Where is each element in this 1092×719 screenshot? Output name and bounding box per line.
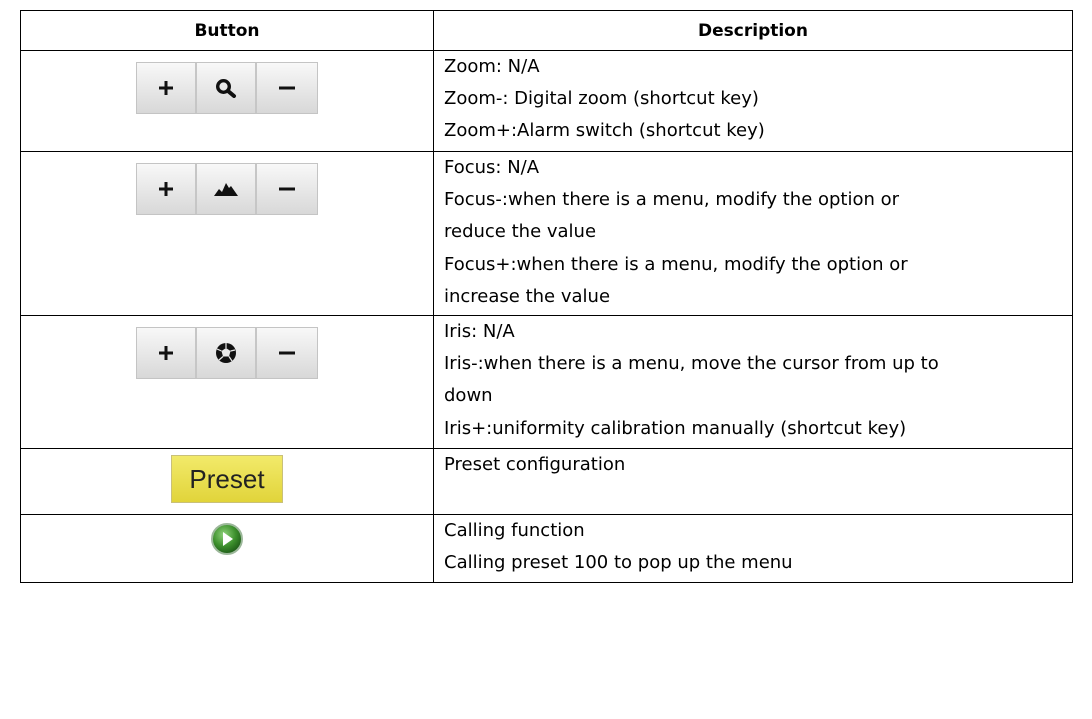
zoom-minus-button[interactable] <box>257 63 317 113</box>
preset-button[interactable]: Preset <box>171 455 283 503</box>
focus-plus-button[interactable] <box>137 164 197 214</box>
zoom-button-cell <box>20 50 434 152</box>
iris-button-cell <box>20 315 434 449</box>
minus-icon <box>279 351 295 355</box>
header-description: Description <box>433 10 1073 51</box>
call-description-line-2: Calling preset 100 to pop up the menu <box>444 552 793 574</box>
focus-center-button[interactable] <box>197 164 257 214</box>
focus-button-cell <box>20 151 434 316</box>
focus-button-group <box>136 163 318 215</box>
focus-minus-description-line-2: reduce the value <box>444 221 597 243</box>
iris-description-cell: Iris: N/A Iris-:when there is a menu, mo… <box>433 315 1073 449</box>
preset-description-cell: Preset configuration <box>433 448 1073 515</box>
focus-plus-description-line: Focus+:when there is a menu, modify the … <box>444 253 908 275</box>
plus-icon <box>159 182 173 196</box>
zoom-center-button[interactable] <box>197 63 257 113</box>
iris-center-button[interactable] <box>197 328 257 378</box>
aperture-icon <box>216 343 236 363</box>
call-description-line: Calling function <box>444 520 585 541</box>
plus-icon <box>159 346 173 360</box>
iris-description-line: Iris: N/A <box>444 321 515 342</box>
call-description-cell: Calling function Calling preset 100 to p… <box>433 514 1073 583</box>
focus-description-line: Focus: N/A <box>444 157 540 178</box>
plus-icon <box>159 81 173 95</box>
iris-minus-description-line-2: down <box>444 385 493 407</box>
table-row-focus: Focus: N/A Focus-:when there is a menu, … <box>20 151 1073 316</box>
table-row-zoom: Zoom: N/A Zoom-: Digital zoom (shortcut … <box>20 50 1073 152</box>
minus-icon <box>279 86 295 90</box>
mountain-icon <box>214 183 238 196</box>
call-button[interactable] <box>210 522 244 560</box>
table-row-iris: Iris: N/A Iris-:when there is a menu, mo… <box>20 315 1073 449</box>
zoom-plus-description-line: Zoom+:Alarm switch (shortcut key) <box>444 120 765 142</box>
zoom-button-group <box>136 62 318 114</box>
iris-plus-description-line: Iris+:uniformity calibration manually (s… <box>444 417 907 439</box>
zoom-minus-description-line: Zoom-: Digital zoom (shortcut key) <box>444 88 759 110</box>
iris-minus-description-line: Iris-:when there is a menu, move the cur… <box>444 353 939 375</box>
iris-button-group <box>136 327 318 379</box>
focus-minus-button[interactable] <box>257 164 317 214</box>
magnifier-icon <box>215 78 236 98</box>
play-icon <box>211 523 243 555</box>
preset-button-cell: Preset <box>20 448 434 515</box>
iris-plus-button[interactable] <box>137 328 197 378</box>
minus-icon <box>279 187 295 191</box>
table-row-call: Calling function Calling preset 100 to p… <box>20 514 1073 583</box>
table-row-preset: Preset Preset configuration <box>20 448 1073 515</box>
preset-description-line: Preset configuration <box>444 454 626 475</box>
header-button: Button <box>20 10 434 51</box>
focus-plus-description-line-2: increase the value <box>444 285 611 307</box>
zoom-plus-button[interactable] <box>137 63 197 113</box>
zoom-description-cell: Zoom: N/A Zoom-: Digital zoom (shortcut … <box>433 50 1073 152</box>
iris-minus-button[interactable] <box>257 328 317 378</box>
zoom-description-line: Zoom: N/A <box>444 56 540 77</box>
focus-description-cell: Focus: N/A Focus-:when there is a menu, … <box>433 151 1073 316</box>
button-description-table: Button Description Zoom: N/A Zoom-: Digi… <box>20 10 1073 583</box>
call-button-cell <box>20 514 434 583</box>
table-header-row: Button Description <box>20 10 1073 51</box>
focus-minus-description-line: Focus-:when there is a menu, modify the … <box>444 189 900 211</box>
